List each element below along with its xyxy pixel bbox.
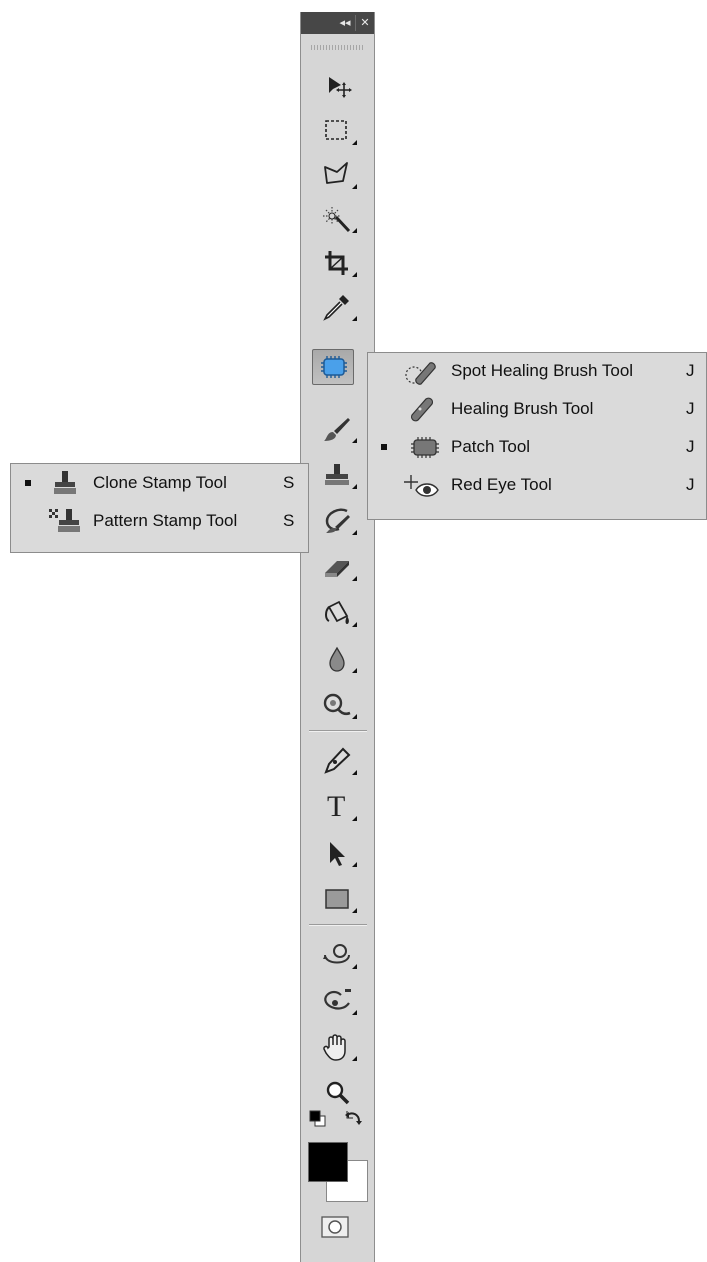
tool-history-brush[interactable] [313, 504, 363, 538]
spot-healing-brush-icon [405, 362, 436, 385]
tool-crop[interactable] [313, 246, 363, 280]
flyout-item-shortcut: J [686, 361, 695, 380]
patch-icon [411, 437, 439, 458]
selected-bullet [25, 480, 31, 486]
zoom-icon [326, 1081, 350, 1105]
tool-brush[interactable] [313, 412, 363, 446]
tool-3d-orbit[interactable] [313, 984, 363, 1018]
tool-3d-rotate[interactable] [313, 938, 363, 972]
dodge-icon [323, 693, 351, 716]
move-tool-icon [329, 77, 352, 98]
tool-move[interactable] [313, 70, 363, 104]
tool-patch-active[interactable] [312, 349, 354, 385]
collapse-panel-button[interactable]: ◂◂ [335, 15, 355, 31]
rectangle-shape-icon [325, 889, 349, 909]
brush-icon [324, 418, 350, 441]
flyout-item-label: Spot Healing Brush Tool [451, 361, 634, 380]
quick-mask-icon[interactable] [321, 1216, 349, 1238]
pen-icon [324, 747, 351, 774]
flyout-item-label: Clone Stamp Tool [93, 473, 227, 492]
history-brush-icon [325, 508, 350, 533]
path-selection-arrow-icon [330, 842, 345, 866]
swap-colors-icon[interactable] [343, 1109, 363, 1129]
flyout-item-shortcut: S [283, 473, 295, 492]
flyout-item-label: Red Eye Tool [451, 475, 552, 494]
tool-path-selection[interactable] [313, 836, 363, 870]
healing-tools-flyout: Spot Healing Brush Tool J Healing Brush … [367, 352, 707, 520]
toolbar-separator [309, 924, 367, 926]
tool-rectangle[interactable] [313, 882, 363, 916]
flyout-item-label: Healing Brush Tool [451, 399, 594, 418]
flyout-item-red-eye[interactable]: Red Eye Tool J [368, 469, 706, 501]
tool-clone-stamp[interactable] [313, 458, 363, 492]
stamp-tools-flyout: Clone Stamp Tool S Pattern Stamp Tool S [10, 463, 309, 553]
flyout-item-shortcut: S [283, 511, 295, 530]
flyout-item-spot-healing-brush[interactable]: Spot Healing Brush Tool J [368, 355, 706, 387]
magic-wand-icon [323, 207, 351, 233]
type-icon: T [327, 790, 346, 823]
selected-bullet [381, 444, 387, 450]
tool-blur[interactable] [313, 642, 363, 676]
polygonal-lasso-icon [324, 162, 348, 184]
pattern-stamp-icon [49, 509, 80, 532]
flyout-item-label: Pattern Stamp Tool [93, 511, 238, 530]
paint-bucket-icon [325, 600, 349, 624]
patch-icon [321, 356, 347, 378]
tool-polygonal-lasso[interactable] [313, 158, 363, 192]
healing-brush-icon [410, 397, 434, 422]
flyout-item-shortcut: J [686, 437, 695, 456]
panel-grip[interactable] [311, 45, 365, 50]
tool-hand[interactable] [313, 1030, 363, 1064]
clone-stamp-icon [54, 471, 76, 494]
flyout-item-pattern-stamp[interactable]: Pattern Stamp Tool S [11, 505, 308, 537]
hand-icon [323, 1034, 346, 1061]
close-panel-button[interactable]: ✕ [355, 15, 374, 31]
tool-magic-wand[interactable] [313, 202, 363, 236]
red-eye-icon [404, 475, 439, 497]
foreground-color-swatch[interactable] [308, 1142, 348, 1182]
rectangular-marquee-icon [325, 120, 347, 140]
tool-paint-bucket[interactable] [313, 596, 363, 630]
3d-orbit-icon [324, 989, 351, 1010]
tool-dodge[interactable] [313, 688, 363, 722]
tool-pen[interactable] [313, 744, 363, 778]
tool-type[interactable]: T [313, 790, 363, 824]
blur-drop-icon [329, 646, 345, 672]
tool-zoom[interactable] [313, 1076, 363, 1110]
flyout-item-label: Patch Tool [451, 437, 531, 456]
flyout-item-shortcut: J [686, 475, 695, 494]
flyout-item-healing-brush[interactable]: Healing Brush Tool J [368, 393, 706, 425]
toolbar-separator [309, 730, 367, 732]
tool-eraser[interactable] [313, 550, 363, 584]
eyedropper-icon [323, 295, 349, 321]
default-colors-icon[interactable] [309, 1110, 327, 1128]
panel-titlebar[interactable]: ◂◂ ✕ [301, 12, 374, 34]
flyout-item-shortcut: J [686, 399, 695, 418]
flyout-item-patch[interactable]: Patch Tool J [368, 431, 706, 463]
tool-rectangular-marquee[interactable] [313, 114, 363, 148]
tools-panel: ◂◂ ✕ T [300, 12, 375, 1262]
crop-icon [325, 251, 348, 275]
clone-stamp-icon [325, 464, 349, 485]
flyout-item-clone-stamp[interactable]: Clone Stamp Tool S [11, 467, 308, 499]
tool-eyedropper[interactable] [313, 290, 363, 324]
3d-rotate-icon [323, 944, 350, 964]
eraser-icon [325, 561, 349, 577]
